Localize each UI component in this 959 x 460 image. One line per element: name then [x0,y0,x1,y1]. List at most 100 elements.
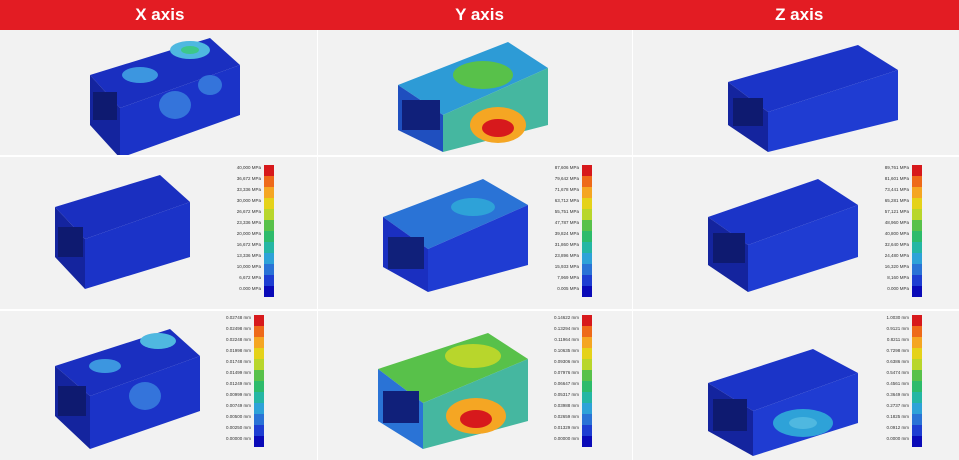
battery-model-y-row1 [398,42,548,152]
legend-value: 0.01329 mm [553,425,579,430]
legend-value: 0.7298 mm [886,348,909,353]
legend-value: 24,480 MPa [884,253,909,258]
legend-swatch [582,348,592,359]
legend-swatch [582,436,592,447]
legend-swatch [264,165,274,176]
legend-value: 81,601 MPa [884,176,909,181]
legend-swatch [582,253,592,264]
legend-value: 71,678 MPa [554,187,579,192]
legend-value: 0.00000 mm [225,436,251,441]
legend-value: 0.01249 mm [225,381,251,386]
legend-value: 33,336 MPa [236,187,261,192]
legend-value: 16,320 MPa [884,264,909,269]
legend-swatch [264,242,274,253]
legend-value: 0.07976 mm [553,370,579,375]
legend-swatch [912,187,922,198]
legend-value: 26,672 MPa [236,209,261,214]
y-axis-stress-result: 87,606 MPa 79,642 MPa 71,678 MPa 63,712 MPa… [318,157,632,309]
legend-value: 16,672 MPa [236,242,261,247]
legend-value: 6,672 MPa [239,275,261,280]
legend-value: 10,000 MPa [236,264,261,269]
legend-swatch [582,370,592,381]
legend-value: 73,441 MPa [884,187,909,192]
header-bar: X axis Y axis Z axis [0,0,959,30]
legend-swatch [582,220,592,231]
legend-swatch [912,370,922,381]
legend-swatch [582,315,592,326]
legend-value: 87,606 MPa [554,165,579,170]
legend-swatch [264,231,274,242]
legend-swatch [912,414,922,425]
legend-entry: 0.005 MPa [543,286,603,298]
legend-swatch [264,198,274,209]
legend-swatch [254,425,264,436]
legend-value: 0.10635 mm [553,348,579,353]
legend-swatch [912,348,922,359]
legend-value: 0.00749 mm [225,403,251,408]
legend-value: 32,640 MPa [884,242,909,247]
legend-value: 0.13294 mm [553,326,579,331]
legend-swatch [912,326,922,337]
legend-value: 0.3649 mm [886,392,909,397]
legend-value: 0.14622 mm [553,315,579,320]
legend-swatch [582,264,592,275]
legend-swatch [582,392,592,403]
legend-value: 0.01998 mm [225,348,251,353]
legend-swatch [254,414,264,425]
legend-value: 23,336 MPa [236,220,261,225]
x-axis-displacement-result: 0.02748 mm 0.02498 mm 0.02248 mm 0.01998 mm… [0,311,317,460]
legend-value: 57,121 MPa [884,209,909,214]
legend-value: 0.4561 mm [886,381,909,386]
x-axis-mode-shape [0,30,317,155]
legend-value: 0.005 MPa [557,286,579,291]
legend-swatch [582,242,592,253]
legend-swatch [912,275,922,286]
z-axis-stress-result: 89,761 MPa 81,601 MPa 73,441 MPa 65,281 MPa… [633,157,959,309]
legend-value: 0.02748 mm [225,315,251,320]
displacement-legend-z: 1.0030 mm 0.9121 mm 0.8211 mm 0.7298 mm 0.63… [873,315,933,447]
legend-value: 0.000 MPa [239,286,261,291]
legend-value: 47,787 MPa [554,220,579,225]
legend-swatch [254,337,264,348]
legend-value: 0.00000 mm [553,436,579,441]
legend-swatch [912,242,922,253]
legend-entry: 0.00000 mm [215,436,275,448]
legend-value: 0.06647 mm [553,381,579,386]
legend-value: 89,761 MPa [884,165,909,170]
legend-swatch [582,275,592,286]
legend-swatch [912,264,922,275]
legend-swatch [254,381,264,392]
legend-value: 7,969 MPa [557,275,579,280]
legend-value: 0.2737 mm [886,403,909,408]
x-axis-stress-result: 40,000 MPa 36,672 MPa 33,336 MPa 30,000 MPa… [0,157,317,309]
legend-value: 0.02498 mm [225,326,251,331]
stress-legend-x: 40,000 MPa 36,672 MPa 33,336 MPa 30,000 MPa… [225,165,285,297]
stress-legend-z: 89,761 MPa 81,601 MPa 73,441 MPa 65,281 MPa… [873,165,933,297]
legend-swatch [912,315,922,326]
legend-value: 30,000 MPa [236,198,261,203]
legend-swatch [912,231,922,242]
legend-value: 48,960 MPa [884,220,909,225]
legend-swatch [582,337,592,348]
legend-swatch [582,187,592,198]
legend-value: 8,160 MPa [887,275,909,280]
legend-swatch [582,326,592,337]
legend-entry: 0.0000 mm [873,436,933,448]
legend-swatch [264,209,274,220]
legend-swatch [912,286,922,297]
legend-swatch [912,337,922,348]
legend-value: 65,281 MPa [884,198,909,203]
legend-swatch [582,359,592,370]
legend-swatch [582,286,592,297]
legend-value: 0.1825 mm [886,414,909,419]
results-grid: 40,000 MPa 36,672 MPa 33,336 MPa 30,000 MPa… [0,30,959,460]
legend-value: 0.11964 mm [554,337,579,342]
displacement-legend-x: 0.02748 mm 0.02498 mm 0.02248 mm 0.01998 mm… [215,315,275,447]
legend-swatch [264,286,274,297]
legend-swatch [912,436,922,447]
legend-swatch [254,436,264,447]
legend-value: 63,712 MPa [554,198,579,203]
displacement-legend-y: 0.14622 mm 0.13294 mm 0.11964 mm 0.10635 mm… [543,315,603,447]
legend-value: 40,000 MPa [236,165,261,170]
legend-value: 0.9121 mm [886,326,909,331]
